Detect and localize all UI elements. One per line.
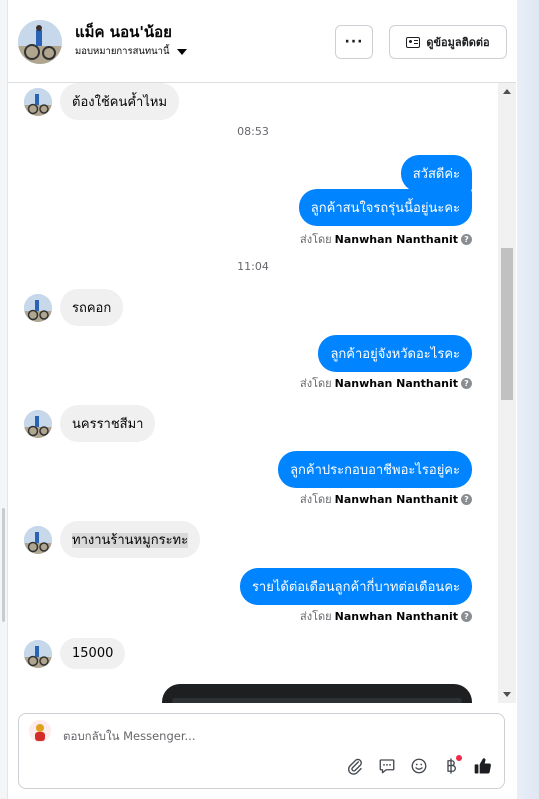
view-contact-label: ดูข้อมูลติดต่อ xyxy=(426,36,490,49)
page-avatar xyxy=(29,720,51,742)
timestamp: 08:53 xyxy=(237,125,269,138)
sent-by-label: ส่งโดย Nanwhan Nanthanit ? xyxy=(300,374,472,392)
scroll-up-arrow-icon[interactable] xyxy=(503,89,511,94)
help-icon[interactable]: ? xyxy=(461,493,472,505)
paperclip-icon[interactable] xyxy=(344,755,366,777)
contact-avatar-small[interactable] xyxy=(24,639,52,668)
more-options-button[interactable]: ··· xyxy=(335,25,373,59)
incoming-message: 15000 xyxy=(24,638,126,669)
contact-avatar-small[interactable] xyxy=(24,525,52,554)
sent-by-prefix: ส่งโดย xyxy=(300,610,332,623)
conversation-header: แม็ค นอน'น้อย มอบหมายการสนทนานี้ ··· ดูข… xyxy=(8,0,516,83)
incoming-bubble[interactable]: นครราชสีมา xyxy=(60,405,156,442)
assign-label: มอบหมายการสนทนานี้ xyxy=(75,46,170,57)
incoming-message: นครราชสีมา xyxy=(24,405,156,442)
outgoing-bubble[interactable]: ลูกค้าประกอบอาชีพอะไรอยู่คะ xyxy=(278,451,472,488)
sender-name: Nanwhan Nanthanit xyxy=(334,609,458,623)
contact-name: แม็ค นอน'น้อย xyxy=(75,23,172,41)
outgoing-bubble[interactable]: รายได้ต่อเดือนลูกค้ากี่บาทต่อเดือนคะ xyxy=(239,568,472,605)
caret-down-icon xyxy=(176,48,187,55)
left-edge-marker xyxy=(2,508,5,622)
contact-avatar-small[interactable] xyxy=(24,293,52,322)
reply-input[interactable] xyxy=(63,726,363,746)
smiley-icon[interactable] xyxy=(408,755,430,777)
incoming-message: รถคอก xyxy=(24,289,124,326)
view-contact-button[interactable]: ดูข้อมูลติดต่อ xyxy=(389,25,507,59)
incoming-bubble[interactable]: รถคอก xyxy=(60,289,124,326)
incoming-bubble[interactable]: ต้องใช้คนค้ำไหม xyxy=(60,83,180,120)
contact-avatar-small[interactable] xyxy=(24,87,52,116)
thread-scrollbar[interactable] xyxy=(498,83,516,703)
help-icon[interactable]: ? xyxy=(461,377,472,389)
sent-by-prefix: ส่งโดย xyxy=(300,377,332,390)
timestamp: 11:04 xyxy=(237,260,269,273)
help-icon[interactable]: ? xyxy=(461,610,472,622)
assign-conversation-dropdown[interactable]: มอบหมายการสนทนานี้ xyxy=(75,44,187,59)
thumbs-up-icon[interactable] xyxy=(472,755,494,777)
outgoing-bubble[interactable]: ลูกค้าอยู่จังหวัดอะไรคะ xyxy=(318,335,472,372)
baht-icon[interactable] xyxy=(440,755,462,777)
sender-name: Nanwhan Nanthanit xyxy=(334,376,458,390)
sent-by-prefix: ส่งโดย xyxy=(300,233,332,246)
help-icon[interactable]: ? xyxy=(461,233,472,245)
notification-dot xyxy=(456,755,462,761)
reply-composer xyxy=(18,713,505,789)
outgoing-bubble[interactable]: ลูกค้าสนใจรถรุ่นนี้อยู่นะคะ xyxy=(298,189,472,226)
sent-by-label: ส่งโดย Nanwhan Nanthanit ? xyxy=(300,490,472,508)
sender-name: Nanwhan Nanthanit xyxy=(334,232,458,246)
sent-by-label: ส่งโดย Nanwhan Nanthanit ? xyxy=(300,607,472,625)
sent-by-prefix: ส่งโดย xyxy=(300,493,332,506)
sender-name: Nanwhan Nanthanit xyxy=(334,492,458,506)
incoming-bubble[interactable]: 15000 xyxy=(60,638,126,669)
sent-by-label: ส่งโดย Nanwhan Nanthanit ? xyxy=(300,230,472,248)
incoming-message: ทางานร้านหมูกระทะ xyxy=(24,521,201,558)
media-attachment-preview[interactable] xyxy=(162,684,472,703)
left-edge-panel xyxy=(0,0,8,799)
contact-avatar-small[interactable] xyxy=(24,409,52,438)
incoming-bubble[interactable]: ทางานร้านหมูกระทะ xyxy=(60,521,201,558)
media-preview-strip xyxy=(172,698,462,703)
messenger-page: แม็ค นอน'น้อย มอบหมายการสนทนานี้ ··· ดูข… xyxy=(0,0,539,799)
contact-card-icon xyxy=(406,36,421,48)
outgoing-bubble[interactable]: สวัสดีค่ะ xyxy=(400,155,472,192)
right-background-strip xyxy=(517,0,539,799)
composer-toolbar xyxy=(344,755,494,777)
scrollbar-thumb[interactable] xyxy=(501,248,513,400)
selected-message-text[interactable]: ทางานร้านหมูกระทะ xyxy=(72,533,189,548)
chat-bubble-icon[interactable] xyxy=(376,755,398,777)
incoming-message: ต้องใช้คนค้ำไหม xyxy=(24,83,180,120)
contact-avatar[interactable] xyxy=(18,20,62,64)
message-thread[interactable]: ต้องใช้คนค้ำไหม 08:53 สวัสดีค่ะ ลูกค้าสน… xyxy=(8,83,498,703)
scroll-down-arrow-icon[interactable] xyxy=(503,692,511,697)
